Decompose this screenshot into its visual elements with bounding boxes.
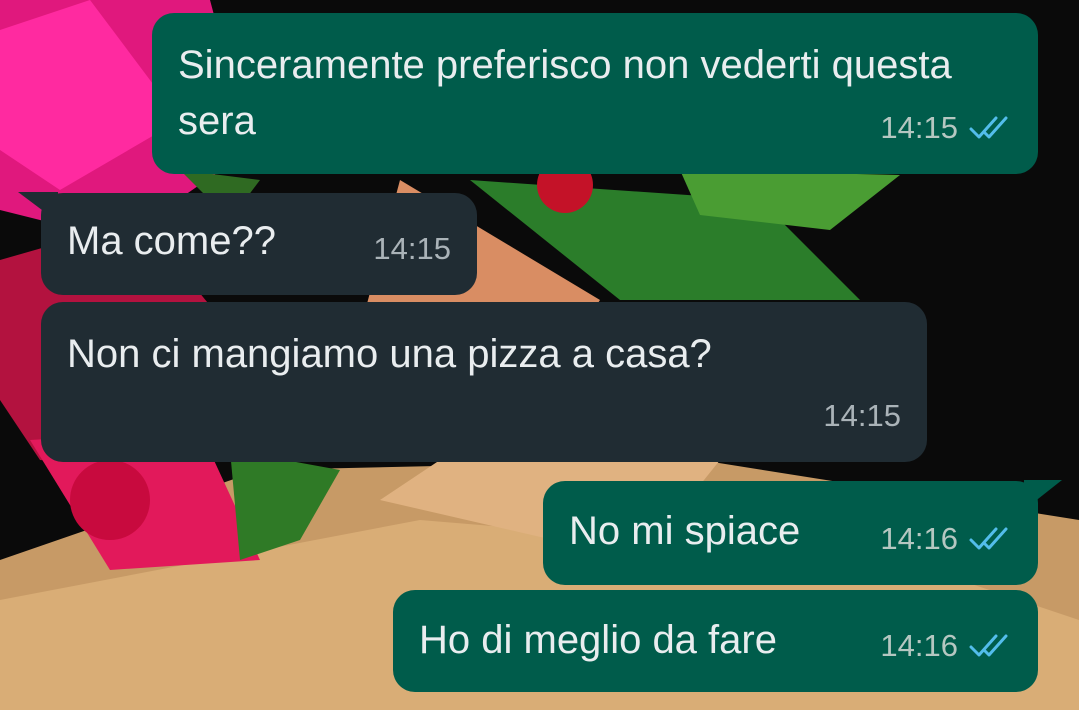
message-meta: 14:15: [373, 221, 451, 277]
message-bubble-incoming[interactable]: Ma come?? 14:15: [41, 193, 477, 295]
message-meta: 14:16: [880, 511, 1012, 567]
message-text: Non ci mangiamo una pizza a casa?: [67, 332, 712, 376]
double-check-icon: [968, 632, 1012, 660]
message-bubble-outgoing[interactable]: Sinceramente preferisco non vederti ques…: [152, 13, 1038, 174]
double-check-icon: [968, 114, 1012, 142]
message-bubble-incoming[interactable]: Non ci mangiamo una pizza a casa? 14:15: [41, 302, 927, 462]
message-bubble-outgoing[interactable]: Ho di meglio da fare 14:16: [393, 590, 1038, 692]
message-bubble-outgoing[interactable]: No mi spiace 14:16: [543, 481, 1038, 585]
double-check-icon: [968, 525, 1012, 553]
message-time: 14:15: [373, 231, 451, 266]
message-time: 14:16: [880, 521, 958, 556]
message-meta: 14:15: [880, 100, 1012, 156]
message-time: 14:15: [880, 110, 958, 145]
message-time: 14:15: [823, 398, 901, 433]
message-time: 14:16: [880, 628, 958, 663]
message-meta: 14:15: [823, 388, 901, 444]
message-meta: 14:16: [880, 618, 1012, 674]
